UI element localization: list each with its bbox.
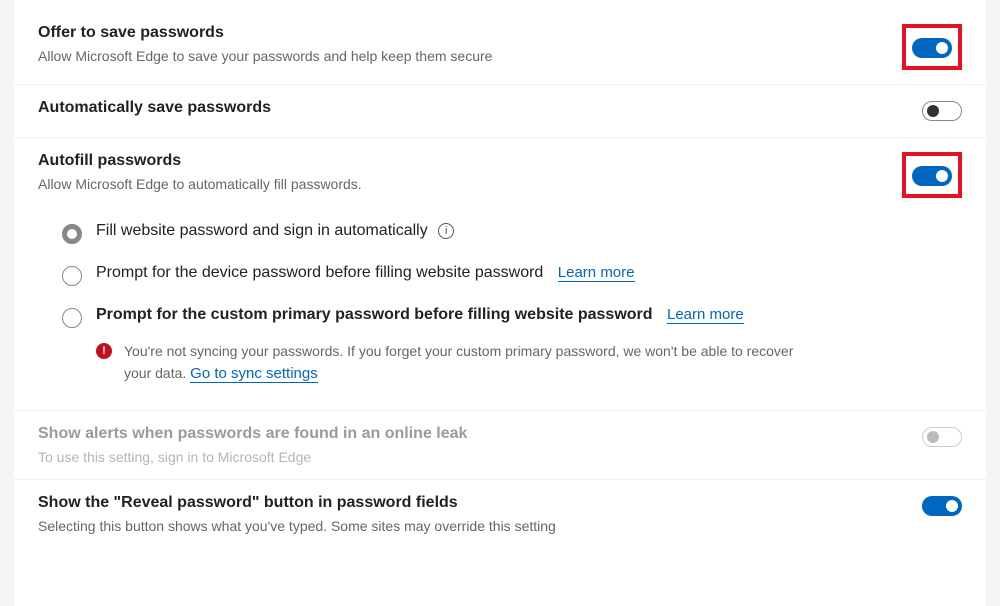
toggle-knob xyxy=(946,500,958,512)
toggle-auto-save[interactable] xyxy=(922,101,962,121)
highlight-box xyxy=(902,24,962,70)
autofill-title: Autofill passwords xyxy=(38,152,902,170)
toggle-leak-alerts xyxy=(922,427,962,447)
highlight-box xyxy=(902,152,962,198)
warning-icon: ! xyxy=(96,343,112,359)
warning-row: ! You're not syncing your passwords. If … xyxy=(96,332,804,386)
toggle-autofill[interactable] xyxy=(912,166,952,186)
row-auto-save-passwords: Automatically save passwords xyxy=(14,85,986,138)
option-label-wrap: Fill website password and sign in automa… xyxy=(96,222,454,240)
reveal-title: Show the "Reveal password" button in pas… xyxy=(38,494,922,512)
toggle-reveal-password[interactable] xyxy=(922,496,962,516)
toggle-knob xyxy=(936,170,948,182)
autofill-options: Fill website password and sign in automa… xyxy=(14,212,986,411)
reveal-desc: Selecting this button shows what you've … xyxy=(38,518,922,534)
offer-title: Offer to save passwords xyxy=(38,24,902,42)
learn-more-link[interactable]: Learn more xyxy=(667,306,744,324)
row-text: Offer to save passwords Allow Microsoft … xyxy=(38,24,902,64)
warning-text: You're not syncing your passwords. If yo… xyxy=(124,340,804,386)
option-label-wrap: Prompt for the custom primary password b… xyxy=(96,306,804,386)
option-label: Prompt for the device password before fi… xyxy=(96,264,543,281)
auto-save-title: Automatically save passwords xyxy=(38,99,922,117)
autofill-desc: Allow Microsoft Edge to automatically fi… xyxy=(38,176,902,192)
alerts-title: Show alerts when passwords are found in … xyxy=(38,425,922,443)
password-settings-panel: Offer to save passwords Allow Microsoft … xyxy=(14,0,986,606)
row-autofill-passwords: Autofill passwords Allow Microsoft Edge … xyxy=(14,138,986,212)
learn-more-link[interactable]: Learn more xyxy=(558,264,635,282)
toggle-knob xyxy=(927,431,939,443)
row-text: Show alerts when passwords are found in … xyxy=(38,425,922,465)
sync-settings-link[interactable]: Go to sync settings xyxy=(190,365,318,383)
option-fill-auto[interactable]: Fill website password and sign in automa… xyxy=(38,212,962,254)
row-text: Autofill passwords Allow Microsoft Edge … xyxy=(38,152,902,192)
radio-icon xyxy=(62,224,82,244)
toggle-knob xyxy=(927,105,939,117)
option-label: Fill website password and sign in automa… xyxy=(96,222,428,239)
alerts-desc: To use this setting, sign in to Microsof… xyxy=(38,449,922,465)
row-text: Show the "Reveal password" button in pas… xyxy=(38,494,922,534)
option-label: Prompt for the custom primary password b… xyxy=(96,306,653,323)
radio-icon xyxy=(62,266,82,286)
option-device-password[interactable]: Prompt for the device password before fi… xyxy=(38,254,962,296)
option-custom-primary-password[interactable]: Prompt for the custom primary password b… xyxy=(38,296,962,396)
toggle-knob xyxy=(936,42,948,54)
offer-desc: Allow Microsoft Edge to save your passwo… xyxy=(38,48,902,64)
toggle-offer-save[interactable] xyxy=(912,38,952,58)
row-reveal-password: Show the "Reveal password" button in pas… xyxy=(14,480,986,548)
info-icon[interactable]: i xyxy=(438,223,454,239)
row-offer-save-passwords: Offer to save passwords Allow Microsoft … xyxy=(14,10,986,85)
row-text: Automatically save passwords xyxy=(38,99,922,123)
row-leak-alerts: Show alerts when passwords are found in … xyxy=(14,411,986,480)
radio-icon xyxy=(62,308,82,328)
option-label-wrap: Prompt for the device password before fi… xyxy=(96,264,635,282)
